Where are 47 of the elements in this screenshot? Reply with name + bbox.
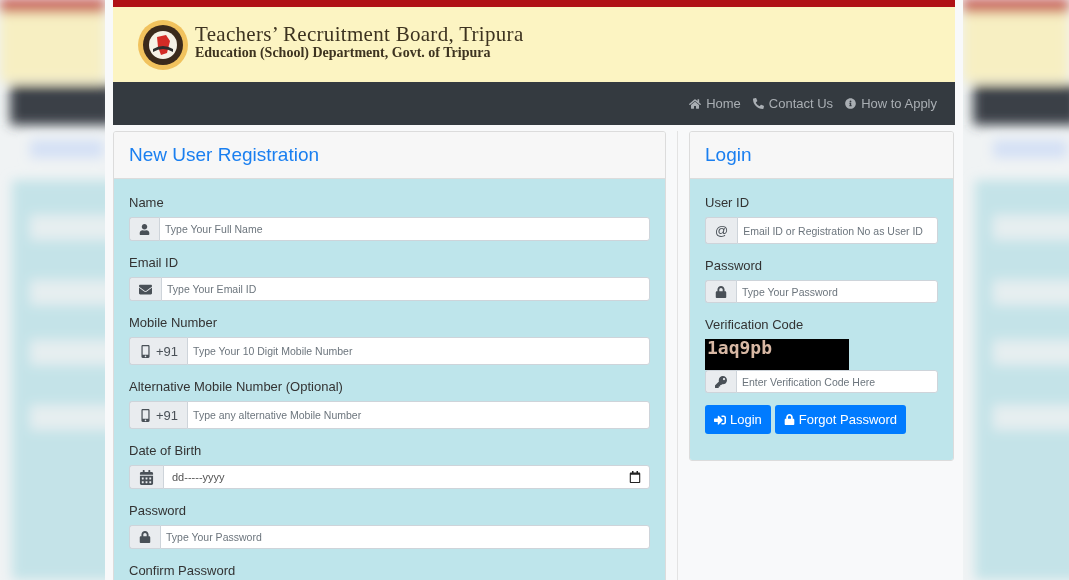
lock-icon bbox=[715, 285, 727, 298]
mobile-phone-icon bbox=[139, 344, 152, 358]
nav-link[interactable]: How to Apply bbox=[845, 96, 937, 111]
input-field[interactable]: Type Your Password bbox=[160, 525, 650, 549]
field-label: User ID bbox=[705, 195, 751, 210]
input-field[interactable]: Email ID or Registration No as User ID bbox=[737, 217, 938, 244]
field-label: Verification Code bbox=[705, 317, 805, 332]
addon-text: @ bbox=[715, 223, 729, 238]
input-field[interactable]: Type Your 10 Digit Mobile Number bbox=[187, 337, 650, 365]
mobile-phone-icon bbox=[139, 408, 152, 422]
lock-icon bbox=[139, 531, 151, 543]
field-label: Name bbox=[129, 195, 165, 210]
home-icon bbox=[689, 97, 702, 110]
calendar-icon bbox=[139, 469, 154, 485]
phone-icon bbox=[752, 98, 764, 109]
sign-in-icon bbox=[714, 413, 726, 426]
action-button[interactable]: Login bbox=[705, 405, 771, 434]
field-label: Email ID bbox=[129, 255, 180, 270]
input-field[interactable]: Enter Verification Code Here bbox=[736, 370, 938, 393]
input-field[interactable]: Type any alternative Mobile Number bbox=[187, 401, 650, 429]
field-label: Date of Birth bbox=[129, 443, 203, 458]
panel-title: Login bbox=[705, 144, 752, 166]
envelope-icon bbox=[139, 282, 152, 296]
input-field[interactable]: Type Your Password bbox=[736, 280, 938, 303]
input-field[interactable]: Type Your Email ID bbox=[161, 277, 650, 301]
info-icon bbox=[845, 98, 857, 109]
lock-icon bbox=[783, 414, 795, 425]
calendar-icon bbox=[629, 471, 641, 483]
field-label: Mobile Number bbox=[129, 315, 219, 330]
emblem-logo bbox=[137, 18, 189, 71]
user-icon bbox=[139, 223, 150, 235]
site-title: Teachers’ Recruitment Board, Tripura bbox=[195, 22, 524, 47]
site-subtitle: Education (School) Department, Govt. of Tripura bbox=[195, 45, 491, 61]
nav-link[interactable]: Home bbox=[689, 96, 741, 111]
captcha-image: 1aq9pb bbox=[705, 339, 849, 370]
input-field[interactable]: Type Your Full Name bbox=[159, 217, 650, 241]
action-button[interactable]: Forgot Password bbox=[774, 405, 907, 434]
addon-text: +91 bbox=[156, 407, 179, 423]
field-label: Confirm Password bbox=[129, 563, 237, 578]
nav-link[interactable]: Contact Us bbox=[752, 96, 834, 111]
field-label: Password bbox=[705, 258, 764, 273]
date-field[interactable]: dd-----yyyy bbox=[163, 465, 650, 489]
field-label: Password bbox=[129, 503, 188, 518]
field-label: Alternative Mobile Number (Optional) bbox=[129, 379, 344, 394]
key-icon bbox=[715, 375, 727, 388]
addon-text: +91 bbox=[156, 343, 179, 359]
panel-title: New User Registration bbox=[129, 144, 320, 166]
